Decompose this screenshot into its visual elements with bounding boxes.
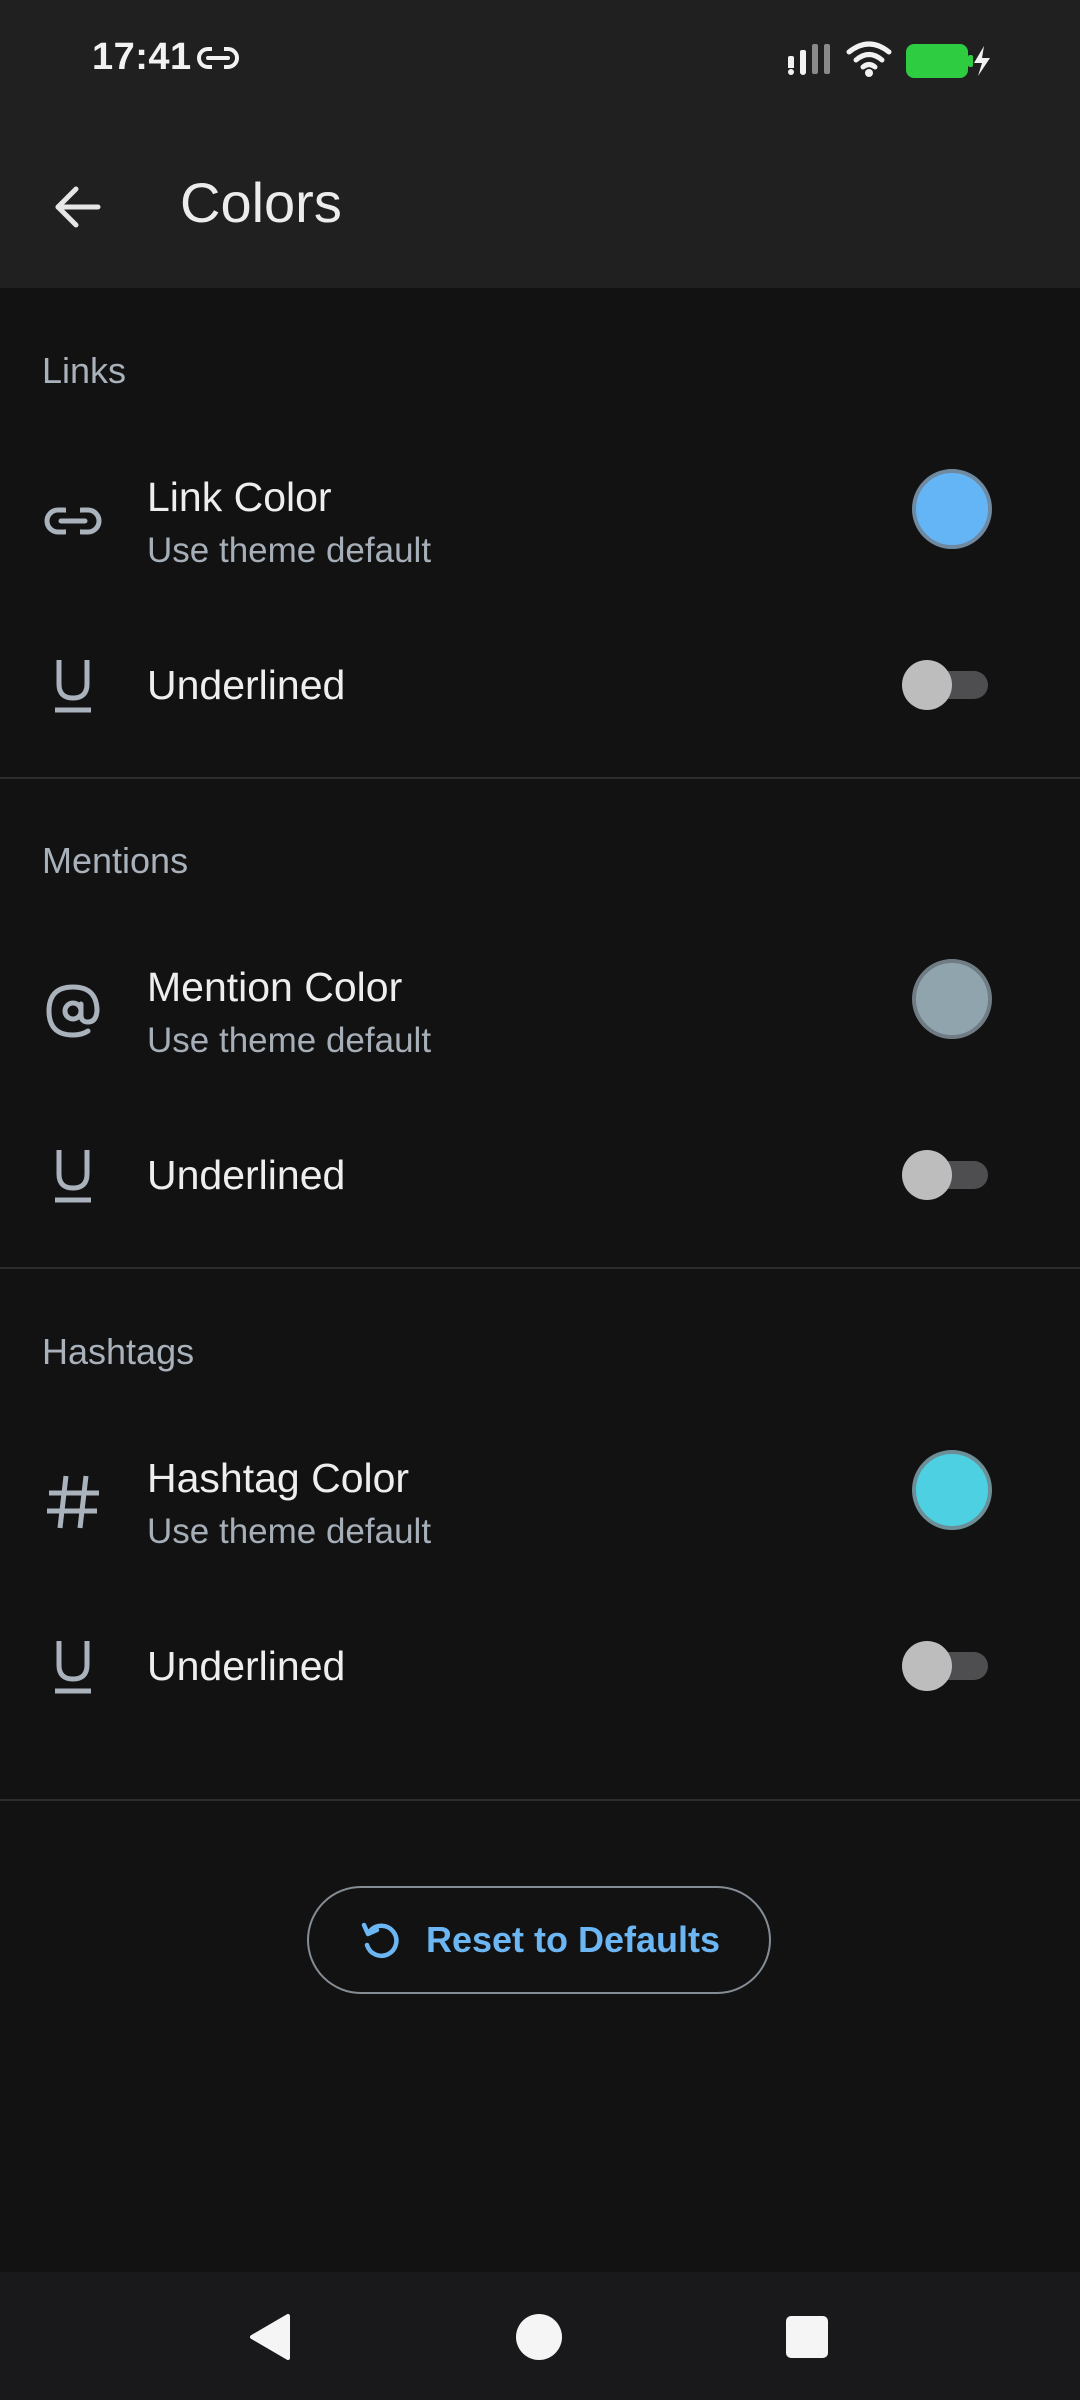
mention-color-swatch[interactable] bbox=[912, 959, 992, 1039]
divider bbox=[0, 1267, 1080, 1269]
link-icon bbox=[197, 44, 239, 72]
wifi-icon bbox=[846, 41, 892, 77]
hashtags-underlined-title: Underlined bbox=[147, 1643, 346, 1689]
page-title: Colors bbox=[180, 171, 342, 234]
refresh-icon bbox=[361, 1922, 399, 1959]
hashtag-icon bbox=[47, 1475, 99, 1529]
app-bar: Colors bbox=[0, 122, 1080, 288]
reset-to-defaults-label: Reset to Defaults bbox=[425, 1919, 721, 1960]
link-icon bbox=[44, 504, 102, 538]
link-color-subtitle: Use theme default bbox=[147, 531, 432, 570]
divider bbox=[0, 1799, 1080, 1801]
hashtag-color-title: Hashtag Color bbox=[147, 1455, 410, 1501]
links-underlined-title: Underlined bbox=[147, 662, 346, 708]
hashtag-color-subtitle: Use theme default bbox=[147, 1512, 432, 1551]
signal-icon bbox=[788, 44, 830, 75]
battery-charging-icon bbox=[906, 44, 990, 78]
link-color-swatch[interactable] bbox=[912, 469, 992, 549]
mention-color-title: Mention Color bbox=[147, 964, 403, 1010]
section-header-hashtags: Hashtags bbox=[42, 1331, 195, 1372]
section-header-mentions: Mentions bbox=[42, 840, 189, 881]
arrow-back-icon bbox=[55, 186, 101, 228]
nav-home-icon[interactable] bbox=[516, 2314, 562, 2360]
links-underlined-toggle[interactable] bbox=[902, 660, 988, 710]
status-bar: 17:41 bbox=[0, 0, 1080, 122]
hashtags-underlined-toggle[interactable] bbox=[902, 1641, 988, 1691]
mentions-underlined-title: Underlined bbox=[147, 1152, 346, 1198]
mentions-underlined-toggle[interactable] bbox=[902, 1150, 988, 1200]
underline-icon bbox=[55, 1641, 91, 1694]
nav-back-icon[interactable] bbox=[246, 2312, 294, 2362]
mention-color-subtitle: Use theme default bbox=[147, 1021, 432, 1060]
system-nav-bar bbox=[0, 2272, 1080, 2400]
underline-icon bbox=[55, 1150, 91, 1203]
section-header-links: Links bbox=[42, 350, 127, 391]
reset-to-defaults-button[interactable]: Reset to Defaults bbox=[307, 1886, 771, 1994]
hashtag-color-swatch[interactable] bbox=[912, 1450, 992, 1530]
underline-icon bbox=[55, 660, 91, 713]
divider bbox=[0, 777, 1080, 779]
nav-recents-icon[interactable] bbox=[786, 2316, 828, 2358]
at-sign-icon bbox=[46, 984, 100, 1038]
link-color-title: Link Color bbox=[147, 474, 332, 520]
back-button[interactable] bbox=[42, 172, 112, 242]
status-time: 17:41 bbox=[92, 36, 192, 78]
